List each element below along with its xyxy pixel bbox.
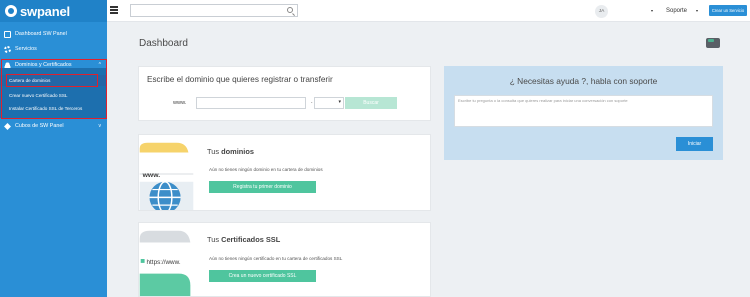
support-dropdown-icon[interactable]: ▾ [696, 8, 698, 13]
gear-icon [4, 45, 11, 53]
highlight-box-section [1, 59, 107, 119]
avatar[interactable]: JA [595, 5, 608, 18]
ssl-illustration-icon: https://www. [139, 230, 194, 296]
sidebar-item-servicios[interactable]: Servicios [0, 44, 107, 54]
www-prefix: www. [173, 100, 187, 106]
sidebar-item-cubos[interactable]: Cubos de SW Panel v [0, 121, 107, 131]
my-domains-text: Aún no tienes ningún dominio en tu carte… [209, 167, 323, 172]
page-title: Dashboard [139, 38, 188, 49]
my-domains-title: Tus dominios [207, 147, 254, 156]
chevron-down-icon: v [98, 123, 102, 129]
start-conversation-button[interactable]: Iniciar [676, 137, 713, 151]
menu-icon[interactable] [110, 6, 118, 14]
monitor-icon [4, 30, 11, 38]
search-domain-button[interactable]: Buscar [345, 97, 397, 109]
cubes-icon [4, 122, 11, 130]
sidebar-item-label: Servicios [15, 46, 37, 52]
my-domains-card: www. Tus dominios Aún no tienes ningún d… [138, 134, 431, 211]
ssl-title: Tus Certificados SSL [207, 235, 281, 244]
register-domain-title: Escribe el dominio que quieres registrar… [147, 75, 333, 84]
sidebar-item-label: Cubos de SW Panel [15, 123, 64, 129]
sidebar: swpanel Dashboard SW Panel Servicios Dom… [0, 0, 107, 297]
create-ssl-button[interactable]: Crea un nuevo certificado SSL [209, 270, 316, 282]
illus-www-text: www. [142, 172, 161, 179]
help-card: ¿ Necesitas ayuda ?, habla con soporte E… [444, 66, 723, 160]
register-domain-card: Escribe el dominio que quieres registrar… [138, 66, 431, 121]
ssl-certificates-card: https://www. Tus Certificados SSL Aún no… [138, 222, 431, 297]
ssl-text: Aún no tienes ningún certificado en tu c… [209, 256, 343, 261]
create-service-button[interactable]: Crear un Servicio [709, 5, 747, 16]
register-first-domain-button[interactable]: Registra tu primer dominio [209, 181, 316, 193]
topbar: JA ▾ Soporte ▾ Crear un Servicio [107, 0, 750, 22]
sidebar-item-label: Dashboard SW Panel [15, 31, 67, 37]
logo-text: swpanel [20, 3, 70, 19]
sidebar-item-dashboard[interactable]: Dashboard SW Panel [0, 29, 107, 39]
search-icon[interactable] [287, 7, 293, 13]
domain-illustration-icon: www. [139, 142, 194, 210]
help-question-textarea[interactable]: Escribe tu pregunta o la consulta que qu… [454, 95, 713, 127]
domain-input[interactable] [196, 97, 306, 109]
search-input[interactable] [130, 4, 298, 17]
chat-help-icon[interactable] [706, 38, 720, 48]
logo[interactable]: swpanel [0, 0, 107, 22]
illus-https-text: https://www. [147, 259, 181, 266]
tld-separator: . [311, 99, 313, 105]
avatar-dropdown-icon[interactable]: ▾ [651, 8, 653, 13]
logo-icon [5, 5, 17, 17]
tld-select[interactable] [314, 97, 344, 109]
highlight-box-item [6, 74, 98, 87]
support-link[interactable]: Soporte [666, 8, 687, 14]
help-title: ¿ Necesitas ayuda ?, habla con soporte [509, 76, 658, 86]
